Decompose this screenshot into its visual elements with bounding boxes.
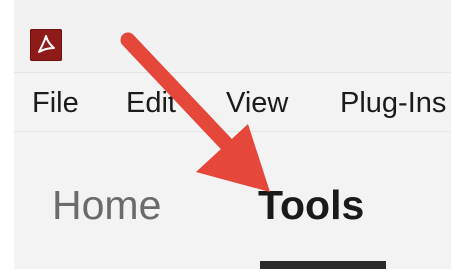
menu-plug-ins[interactable]: Plug-Ins	[340, 87, 446, 119]
active-tab-indicator	[260, 261, 386, 269]
title-bar	[14, 0, 451, 70]
acrobat-window: File Edit View Plug-Ins Home Tools	[0, 0, 451, 269]
window-left-edge	[0, 0, 14, 269]
menu-bar: File Edit View Plug-Ins	[14, 72, 451, 132]
acrobat-icon[interactable]	[30, 29, 62, 61]
tab-bar: Home Tools	[14, 132, 451, 269]
menu-edit[interactable]: Edit	[126, 87, 176, 119]
tab-tools[interactable]: Tools	[258, 182, 364, 228]
menu-view[interactable]: View	[226, 87, 288, 119]
tab-home[interactable]: Home	[52, 182, 161, 228]
menu-file[interactable]: File	[32, 87, 79, 119]
